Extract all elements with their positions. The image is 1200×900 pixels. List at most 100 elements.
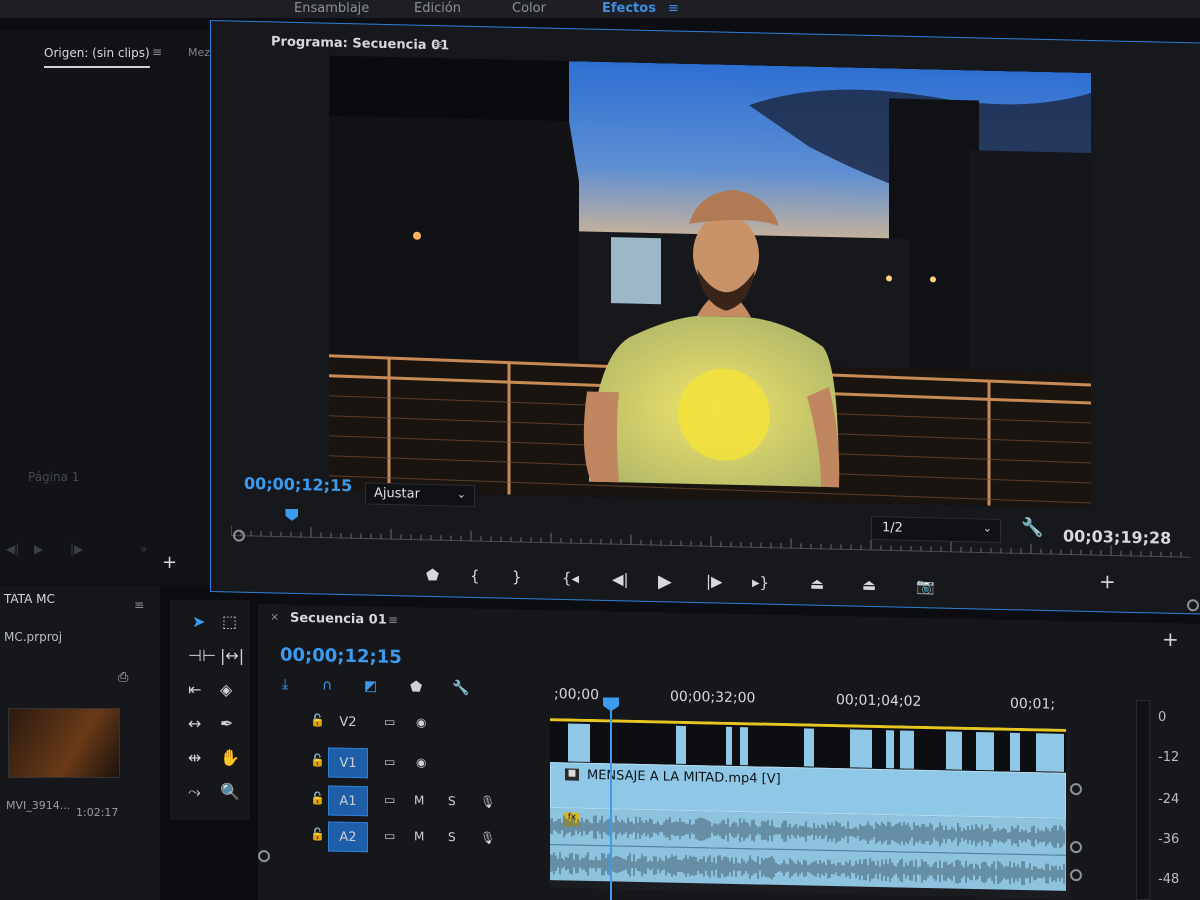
transport-controls: ⬟ { } {◂ ◀| ▶ |▶ ▸} ⏏ ⏏ 📷 [426, 566, 966, 608]
hand-tool-icon[interactable]: ✋ [220, 748, 240, 767]
source-more-icon[interactable]: » [140, 542, 147, 556]
fx-badge-icon: ■ [565, 768, 579, 781]
meter-label: -12 [1158, 750, 1180, 765]
timeline-scroll-handle-a1[interactable] [1070, 841, 1082, 854]
play-icon[interactable]: ▶ [658, 571, 672, 592]
slide-tool-icon[interactable]: ⇹ [188, 748, 201, 767]
solo-toggle[interactable]: S [448, 830, 456, 844]
workspace-tab-edicion[interactable]: Edición [414, 1, 461, 16]
source-step-back-icon[interactable]: ◀| [6, 542, 19, 556]
workspace-tab-ensamblaje[interactable]: Ensamblaje [294, 1, 369, 16]
meter-label: -36 [1158, 832, 1180, 847]
track-label-v2[interactable]: V2 [328, 707, 368, 738]
lock-icon[interactable]: 🔓 [310, 713, 325, 727]
close-sequence-icon[interactable]: × [270, 610, 279, 623]
source-step-forward-icon[interactable]: |▶ [70, 542, 83, 556]
sync-lock-icon[interactable]: ▭ [384, 793, 395, 807]
project-menu-icon[interactable]: ≡ [134, 598, 144, 612]
slip-tool-icon[interactable]: ↔ [188, 714, 201, 733]
workspace-bar: Ensamblaje Edición Color Efectos ≡ [0, 0, 1200, 18]
source-add-button[interactable]: + [162, 552, 177, 573]
rolling-edit-tool-icon[interactable]: |↔| [220, 646, 244, 665]
program-scroll-handle-right[interactable] [1187, 599, 1199, 612]
ruler-label: ;00;00 [554, 686, 600, 704]
program-current-timecode[interactable]: 00;00;12;15 [244, 474, 352, 495]
zoom-fit-dropdown[interactable]: Ajustar ⌄ [365, 482, 475, 508]
workspace-tab-efectos[interactable]: Efectos [602, 1, 656, 16]
timeline-tools: ⤓ ∩ ◩ ⬟ 🔧 [280, 676, 480, 700]
ruler-label: 00;01;04;02 [836, 692, 922, 710]
lift-icon[interactable]: ⏏ [810, 575, 824, 593]
sync-lock-icon[interactable]: ▭ [384, 715, 395, 729]
meter-label: -48 [1158, 872, 1180, 887]
source-panel-menu-icon[interactable]: ≡ [152, 45, 162, 59]
program-add-button[interactable]: + [1099, 569, 1116, 593]
go-to-in-icon[interactable]: {◂ [562, 569, 579, 587]
sequence-tab[interactable]: Secuencia 01 [290, 611, 387, 628]
lock-icon[interactable]: 🔓 [310, 827, 325, 841]
mark-out-icon[interactable]: } [512, 568, 522, 586]
eye-icon[interactable]: ◉ [416, 755, 426, 769]
track-select-tool-icon[interactable]: ⬚ [222, 612, 237, 631]
program-menu-icon[interactable]: ≡ [433, 37, 443, 51]
go-to-out-icon[interactable]: ▸} [752, 573, 769, 591]
extract-icon[interactable]: ⏏ [862, 576, 876, 594]
razor-tool-icon[interactable]: ◈ [220, 680, 232, 699]
timeline-tracks-area[interactable]: ■ MENSAJE A LA MITAD.mp4 [V] fx [550, 718, 1070, 900]
program-time-ruler[interactable] [231, 511, 1191, 559]
ripple-edit-tool-icon[interactable]: ⊣⊢ [188, 646, 216, 665]
track-label-v1[interactable]: V1 [328, 747, 368, 779]
program-scroll-handle-left[interactable] [233, 529, 245, 542]
timeline-playhead-line[interactable] [610, 703, 612, 900]
sync-lock-icon[interactable]: ▭ [384, 829, 395, 843]
zoom-tool-icon[interactable]: 🔍 [220, 782, 240, 801]
new-bin-folder-icon[interactable]: ⎙ [118, 670, 128, 685]
add-marker-icon[interactable]: ⬟ [426, 566, 439, 584]
track-header-a2: 🔓 A2 ▭ M S 🎙 [310, 819, 540, 860]
audio-meter: 0 -12 -24 -36 -48 [1128, 700, 1200, 900]
linked-selection-icon[interactable]: ◩ [364, 678, 377, 694]
source-tab[interactable]: Origen: (sin clips) [44, 46, 150, 68]
microphone-icon[interactable]: 🎙 [480, 795, 495, 809]
project-title[interactable]: TATA MC [4, 592, 55, 606]
selection-tool-icon[interactable]: ➤ [192, 612, 205, 631]
solo-toggle[interactable]: S [448, 794, 456, 808]
workspace-menu-icon[interactable]: ≡ [668, 1, 679, 16]
clip-thumbnail[interactable] [8, 708, 120, 778]
lock-icon[interactable]: 🔓 [310, 753, 325, 767]
source-play-icon[interactable]: ▶ [34, 542, 43, 556]
workspace-tab-color[interactable]: Color [512, 1, 546, 16]
microphone-icon[interactable]: 🎙 [480, 831, 495, 845]
meter-label: -24 [1158, 792, 1180, 807]
timeline-scroll-handle-a2[interactable] [1070, 869, 1082, 882]
step-back-icon[interactable]: ◀| [612, 570, 629, 588]
timeline-add-button[interactable]: + [1162, 627, 1179, 651]
track-fx-tool-icon[interactable]: ⤳ [188, 782, 201, 802]
timeline-scroll-handle-left[interactable] [258, 850, 270, 863]
lock-icon[interactable]: 🔓 [310, 791, 325, 805]
track-label-a1[interactable]: A1 [328, 785, 368, 817]
step-forward-icon[interactable]: |▶ [706, 572, 723, 590]
track-header-v2: 🔓 V2 ▭ ◉ [310, 705, 540, 746]
tools-panel: ➤ ⬚ ⊣⊢ |↔| ⇤ ◈ ↔ ✒ ⇹ ✋ ⤳ 🔍 [170, 600, 250, 820]
sync-lock-icon[interactable]: ▭ [384, 755, 395, 769]
mixer-tab[interactable]: Mez [188, 46, 210, 59]
project-file-name: MC.prproj [4, 630, 63, 644]
mark-in-icon[interactable]: { [470, 567, 480, 585]
add-marker-icon[interactable]: ⬟ [410, 679, 422, 695]
sequence-timecode[interactable]: 00;00;12;15 [280, 644, 402, 668]
rate-stretch-tool-icon[interactable]: ⇤ [188, 680, 201, 699]
clip-name: MVI_3914... [6, 799, 71, 812]
timeline-settings-wrench-icon[interactable]: 🔧 [452, 680, 469, 696]
eye-icon[interactable]: ◉ [416, 715, 426, 729]
track-label-a2[interactable]: A2 [328, 821, 368, 853]
mute-toggle[interactable]: M [414, 793, 424, 807]
program-title[interactable]: Programa: Secuencia 01 [271, 34, 449, 53]
mute-toggle[interactable]: M [414, 829, 424, 843]
timeline-scroll-handle-v1[interactable] [1070, 783, 1082, 796]
sequence-menu-icon[interactable]: ≡ [388, 613, 398, 627]
pen-tool-icon[interactable]: ✒ [220, 714, 233, 733]
nest-sequence-icon[interactable]: ⤓ [282, 677, 288, 693]
snap-magnet-icon[interactable]: ∩ [322, 677, 332, 693]
export-frame-camera-icon[interactable]: 📷 [916, 577, 935, 595]
